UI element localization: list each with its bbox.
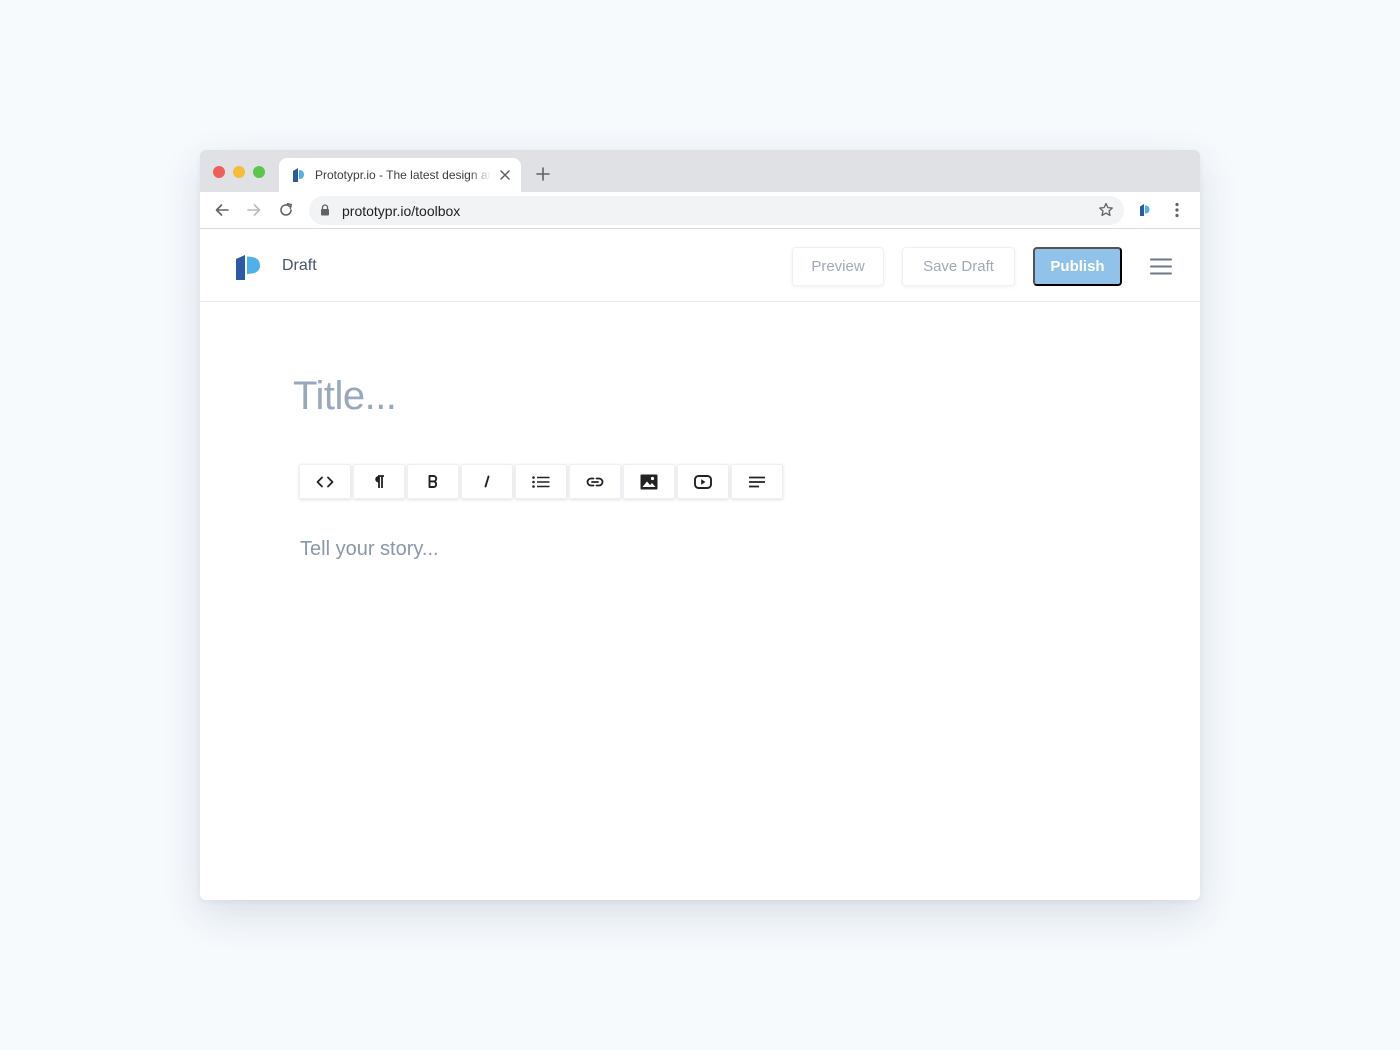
code-button[interactable] (299, 464, 351, 499)
italic-icon (484, 475, 490, 488)
align-button[interactable] (731, 464, 783, 499)
list-button[interactable] (515, 464, 567, 499)
code-icon (316, 476, 334, 487)
preview-button[interactable]: Preview (792, 247, 884, 286)
image-button[interactable] (623, 464, 675, 499)
story-input[interactable]: Tell your story... (300, 538, 439, 561)
close-tab-icon[interactable] (499, 169, 511, 181)
bold-icon (428, 475, 438, 488)
tab-title: Prototypr.io - The latest design and (315, 168, 491, 182)
browser-tab[interactable]: Prototypr.io - The latest design and (279, 158, 521, 192)
minimize-window-button[interactable] (233, 166, 245, 178)
prototypr-extension-icon[interactable] (1139, 203, 1151, 217)
paragraph-button[interactable] (353, 464, 405, 499)
app-header: Draft Preview Save Draft Publish (200, 230, 1200, 302)
lock-icon (321, 204, 329, 216)
video-button[interactable] (677, 464, 729, 499)
formatting-toolbar (299, 464, 783, 500)
title-input[interactable]: Title... (293, 374, 397, 419)
align-left-icon (749, 476, 765, 487)
video-icon (694, 474, 712, 489)
tab-strip: Prototypr.io - The latest design and (200, 150, 1200, 192)
close-window-button[interactable] (213, 166, 225, 178)
prototypr-favicon-icon (293, 168, 304, 182)
publish-button[interactable]: Publish (1033, 247, 1122, 286)
draft-status-label: Draft (282, 257, 317, 274)
italic-button[interactable] (461, 464, 513, 499)
maximize-window-button[interactable] (253, 166, 265, 178)
back-arrow-icon[interactable] (214, 202, 230, 218)
more-options-icon[interactable] (1175, 202, 1179, 218)
link-button[interactable] (569, 464, 621, 499)
new-tab-icon[interactable] (536, 167, 550, 181)
image-icon (640, 474, 658, 489)
save-draft-button[interactable]: Save Draft (902, 247, 1015, 286)
url-text[interactable]: prototypr.io/toolbox (342, 203, 460, 219)
prototypr-logo-icon[interactable] (235, 253, 261, 281)
reload-icon[interactable] (278, 202, 294, 218)
browser-toolbar: prototypr.io/toolbox (200, 192, 1200, 229)
forward-arrow-icon[interactable] (246, 202, 262, 218)
paragraph-icon (375, 474, 384, 488)
bold-button[interactable] (407, 464, 459, 499)
hamburger-menu-icon[interactable] (1150, 258, 1172, 275)
address-bar[interactable]: prototypr.io/toolbox (309, 196, 1124, 225)
bookmark-star-icon[interactable] (1098, 202, 1114, 218)
link-icon (586, 477, 604, 486)
browser-window: Prototypr.io - The latest design and pro… (200, 150, 1200, 900)
list-icon (532, 475, 550, 488)
